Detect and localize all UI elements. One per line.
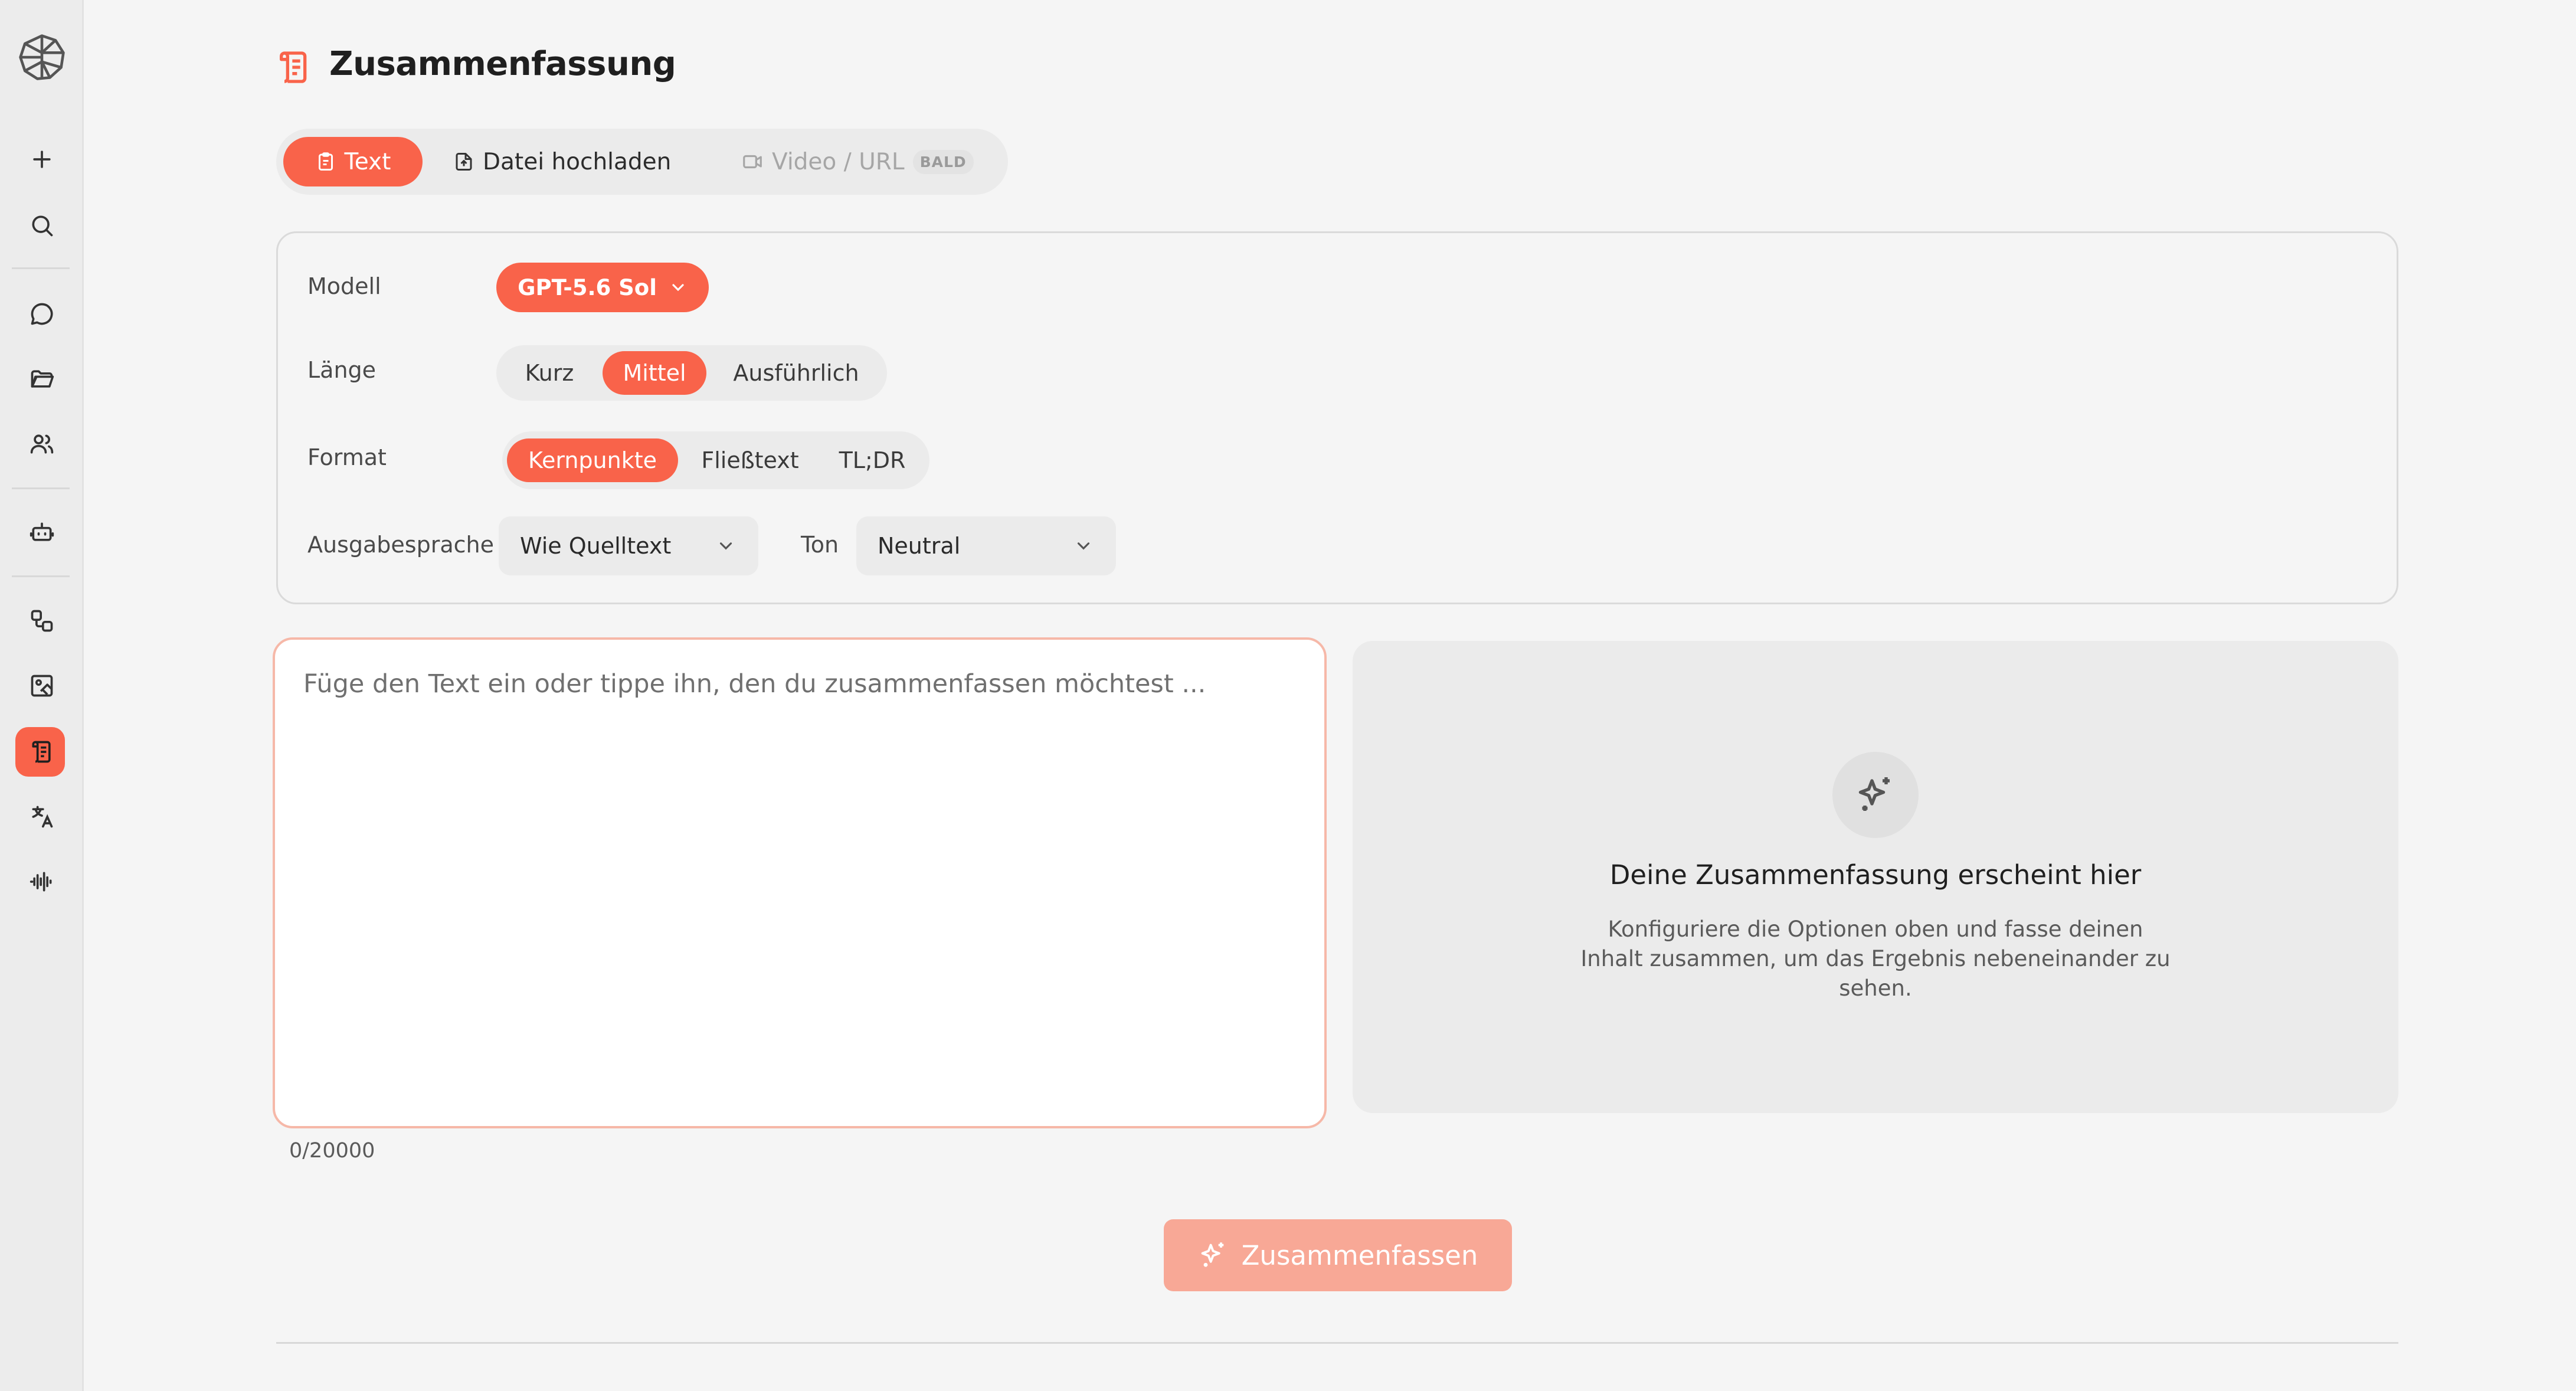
preview-icon-circle: [1832, 752, 1919, 838]
tab-file-upload-label: Datei hochladen: [483, 148, 672, 175]
model-value: GPT-5.6 Sol: [518, 274, 657, 300]
sidebar-divider: [12, 575, 70, 577]
page-title: Zusammenfassung: [329, 45, 676, 83]
chevron-down-icon: [1077, 542, 1090, 550]
chevron-down-icon: [672, 284, 684, 292]
summarize-button[interactable]: Zusammenfassen: [1164, 1219, 1512, 1291]
output-language-value: Wie Quelltext: [520, 533, 672, 559]
sidebar-divider: [12, 487, 70, 489]
summary-icon[interactable]: [0, 727, 84, 777]
summary-title-icon: [275, 48, 313, 86]
file-upload-icon: [456, 153, 472, 171]
summary-preview-panel: Deine Zusammenfassung erscheint hier Kon…: [1353, 641, 2398, 1113]
text-input-container: [273, 637, 1327, 1128]
coming-soon-badge: BALD: [912, 149, 974, 174]
tone-select[interactable]: Neutral: [856, 516, 1116, 575]
output-language-select[interactable]: Wie Quelltext: [499, 516, 758, 575]
tab-text-label: Text: [344, 148, 391, 175]
clipboard-icon: [318, 152, 333, 171]
character-counter: 0/20000: [289, 1139, 375, 1163]
brain-logo-icon[interactable]: [0, 31, 84, 84]
image-edit-icon[interactable]: [0, 661, 84, 711]
format-option-tldr[interactable]: TL;DR: [822, 438, 922, 482]
new-chat-plus-icon[interactable]: [0, 135, 84, 184]
translate-icon[interactable]: [0, 792, 84, 842]
sparkles-icon: [1858, 777, 1890, 811]
format-option-fliesstext[interactable]: Fließtext: [684, 438, 816, 482]
length-option-kurz[interactable]: Kurz: [502, 351, 597, 395]
bot-icon[interactable]: [0, 508, 84, 557]
model-select-button[interactable]: GPT-5.6 Sol: [496, 263, 709, 312]
length-label: Länge: [307, 357, 377, 383]
preview-title: Deine Zusammenfassung erscheint hier: [1609, 859, 2142, 891]
tone-label: Ton: [801, 532, 839, 558]
folder-icon[interactable]: [0, 354, 84, 404]
model-label: Modell: [307, 273, 381, 299]
sidebar: [0, 0, 84, 1391]
chat-icon[interactable]: [0, 289, 84, 339]
length-option-mittel[interactable]: Mittel: [603, 351, 706, 395]
settings-card: Modell GPT-5.6 Sol Länge Kurz Mittel Aus…: [276, 231, 2398, 604]
chevron-down-icon: [719, 542, 732, 550]
audio-wave-icon[interactable]: [0, 857, 84, 906]
sparkles-icon: [1201, 1242, 1223, 1267]
tab-video-url-label: Video / URL: [772, 148, 905, 175]
tab-video-url: Video / URL BALD: [741, 137, 974, 186]
length-option-ausfuehrlich[interactable]: Ausführlich: [712, 351, 880, 395]
video-icon: [743, 155, 762, 169]
preview-description: Konfiguriere die Optionen oben und fasse…: [1580, 917, 2171, 1001]
section-divider: [276, 1342, 2398, 1344]
output-language-label: Ausgabesprache: [307, 532, 494, 558]
sidebar-divider: [12, 267, 70, 269]
format-option-kernpunkte[interactable]: Kernpunkte: [507, 438, 678, 482]
format-segmented-control: Kernpunkte Fließtext TL;DR: [502, 431, 929, 489]
tab-file-upload[interactable]: Datei hochladen: [453, 137, 671, 186]
length-segmented-control: Kurz Mittel Ausführlich: [496, 345, 887, 401]
workflow-icon[interactable]: [0, 596, 84, 646]
search-icon[interactable]: [0, 201, 84, 250]
source-text-input[interactable]: [302, 668, 1296, 1084]
summarize-button-label: Zusammenfassen: [1241, 1239, 1478, 1271]
users-icon[interactable]: [0, 419, 84, 469]
source-tabbar: Text Datei hochladen Video / URL BALD: [276, 129, 1008, 195]
format-label: Format: [307, 444, 387, 470]
tab-text[interactable]: Text: [283, 137, 423, 186]
tone-value: Neutral: [878, 533, 961, 559]
